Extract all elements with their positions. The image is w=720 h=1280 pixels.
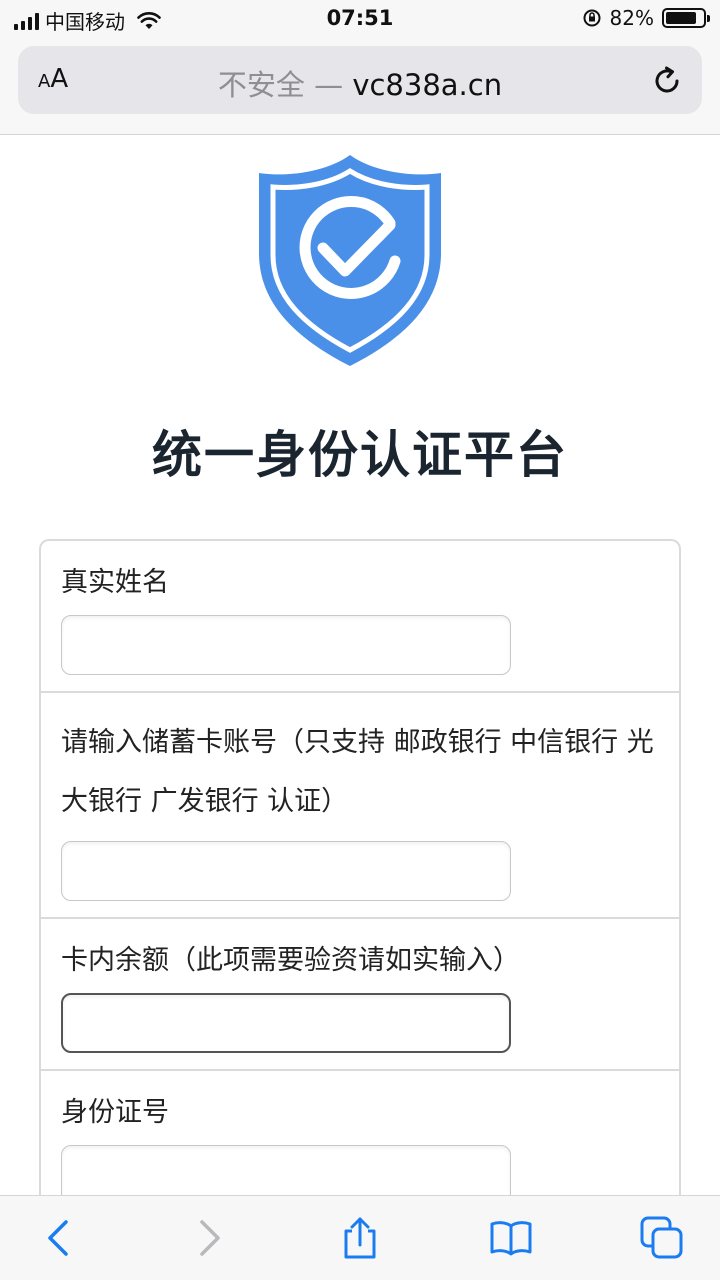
orientation-lock-icon: [583, 9, 601, 27]
url-text[interactable]: 不安全 — vc838a.cn: [18, 62, 702, 104]
card-number-input[interactable]: [61, 841, 511, 901]
real-name-label: 真实姓名: [61, 567, 169, 598]
form-group-card-balance: 卡内余额（此项需要验资请如实输入）: [41, 919, 679, 1071]
browser-toolbar: [0, 1195, 720, 1280]
browser-address-area: AA 不安全 — vc838a.cn: [0, 40, 720, 135]
status-right: 82%: [582, 6, 710, 30]
form-group-card-number: 请输入储蓄卡账号（只支持 邮政银行 中信银行 光大银行 广发银行 认证）: [41, 693, 679, 919]
battery-percent: 82%: [609, 6, 654, 30]
id-number-label: 身份证号: [61, 1097, 169, 1128]
url-bar[interactable]: AA 不安全 — vc838a.cn: [18, 46, 702, 114]
tabs-icon[interactable]: [640, 1216, 684, 1260]
real-name-input[interactable]: [61, 615, 511, 675]
card-balance-label: 卡内余额（此项需要验资请如实输入）: [61, 945, 520, 976]
shield-check-icon: [259, 155, 441, 366]
reload-icon[interactable]: [650, 64, 684, 98]
url-security-label: 不安全 —: [217, 68, 344, 102]
share-icon[interactable]: [338, 1216, 382, 1260]
web-page: 统一身份认证平台 真实姓名 请输入储蓄卡账号（只支持 邮政银行 中信银行 光大银…: [0, 135, 720, 1195]
identity-form: 真实姓名 请输入储蓄卡账号（只支持 邮政银行 中信银行 光大银行 广发银行 认证…: [39, 539, 681, 1195]
battery-level: [666, 12, 696, 24]
card-balance-input[interactable]: [61, 993, 511, 1053]
form-group-id-number: 身份证号: [41, 1071, 679, 1195]
id-number-input[interactable]: [61, 1145, 511, 1195]
url-domain: vc838a.cn: [352, 68, 503, 102]
form-group-real-name: 真实姓名: [41, 541, 679, 693]
page-title: 统一身份认证平台: [152, 426, 568, 484]
book-icon[interactable]: [489, 1216, 533, 1260]
status-bar: 中国移动 07:51 82%: [0, 0, 720, 40]
chevron-right-icon[interactable]: [186, 1216, 230, 1260]
card-number-label: 请输入储蓄卡账号（只支持 邮政银行 中信银行 光大银行 广发银行 认证）: [61, 727, 654, 817]
chevron-left-icon[interactable]: [38, 1216, 82, 1260]
battery-icon: [662, 8, 710, 28]
